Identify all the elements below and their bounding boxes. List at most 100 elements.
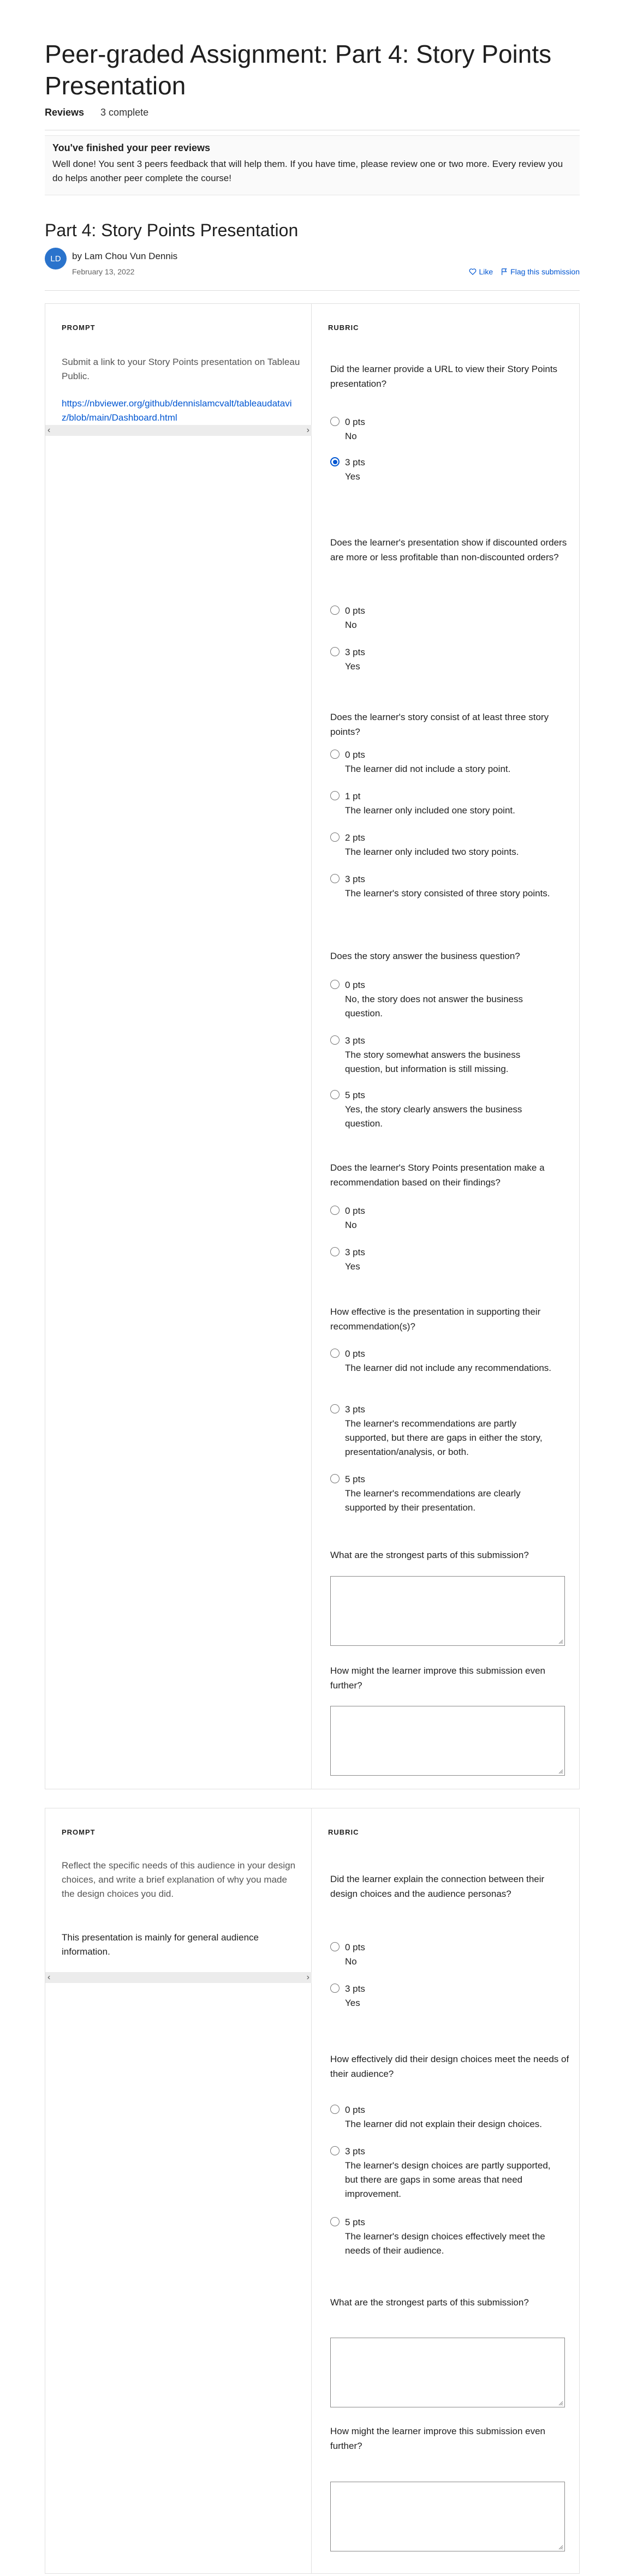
option-description: Yes, the story clearly answers the busin…: [345, 1104, 522, 1129]
option-points: 0 pts: [345, 750, 365, 760]
option-description: The learner's story consisted of three s…: [345, 888, 550, 898]
option-description: Yes: [345, 1998, 360, 2008]
scroll-right-icon[interactable]: ›: [307, 425, 309, 436]
option-description: The learner's recommendations are clearl…: [345, 1488, 521, 1513]
tab-reviews[interactable]: Reviews: [45, 107, 84, 118]
radio-button[interactable]: [330, 606, 340, 615]
rubric-question: Does the learner's story consist of at l…: [330, 712, 549, 737]
rubric-option[interactable]: 3 pts Yes: [330, 1982, 559, 2010]
improve-question: How might the learner improve this submi…: [330, 1666, 546, 1691]
rubric-option[interactable]: 0 pts No, the story does not answer the b…: [330, 978, 559, 1021]
option-points: 3 pts: [345, 2146, 365, 2156]
resize-grip-icon[interactable]: [558, 2400, 563, 2406]
option-description: Yes: [345, 471, 360, 482]
rubric-option[interactable]: 3 pts The learner's design choices are pa…: [330, 2144, 559, 2201]
option-points: 0 pts: [345, 1942, 365, 1952]
rubric-option[interactable]: 0 pts The learner did not explain their d…: [330, 2103, 559, 2131]
horizontal-scrollbar[interactable]: ‹ ›: [45, 1972, 312, 1983]
rubric-option[interactable]: 3 pts The learner's recommendations are p…: [330, 1403, 559, 1459]
radio-button[interactable]: [330, 2146, 340, 2155]
radio-button[interactable]: [330, 1984, 340, 1993]
rubric-option[interactable]: 0 pts No: [330, 415, 559, 444]
peer-review-page: Peer-graded Assignment: Part 4: Story Po…: [0, 0, 643, 2576]
option-points: 0 pts: [345, 2105, 365, 2115]
radio-button[interactable]: [330, 1404, 340, 1413]
rubric-option[interactable]: 3 pts The learner's story consisted of th…: [330, 872, 559, 901]
radio-button[interactable]: [330, 1090, 340, 1099]
rubric-option[interactable]: 0 pts No: [330, 604, 559, 632]
radio-button[interactable]: [330, 1349, 340, 1358]
rubric-column: RUBRIC Did the learner provide a URL to …: [312, 304, 579, 1789]
resize-grip-icon[interactable]: [558, 1769, 563, 1774]
rubric-option[interactable]: 0 pts No: [330, 1940, 559, 1969]
prompt-column: PROMPT Submit a link to your Story Point…: [45, 304, 312, 1789]
option-description: The learner did not include a story poin…: [345, 764, 511, 774]
radio-button[interactable]: [330, 980, 340, 989]
option-points: 0 pts: [345, 1349, 365, 1359]
radio-button[interactable]: [330, 2105, 340, 2114]
notice-text: Well done! You sent 3 peers feedback tha…: [52, 159, 563, 183]
radio-button[interactable]: [330, 1942, 340, 1951]
radio-button[interactable]: [330, 791, 340, 800]
option-description: The learner did not explain their design…: [345, 2119, 542, 2129]
rubric-option[interactable]: 0 pts The learner did not include a story…: [330, 748, 559, 776]
option-points: 0 pts: [345, 417, 365, 427]
radio-button[interactable]: [330, 417, 340, 426]
option-description: No: [345, 431, 357, 441]
resize-grip-icon[interactable]: [558, 1639, 563, 1644]
improve-textarea[interactable]: [330, 2482, 565, 2551]
rubric-question: Does the learner's presentation show if …: [330, 537, 567, 562]
option-points: 5 pts: [345, 2217, 365, 2227]
rubric-option[interactable]: 5 pts The learner's design choices effect…: [330, 2215, 559, 2258]
radio-button[interactable]: [330, 1035, 340, 1045]
rubric-option[interactable]: 5 pts The learner's recommendations are c…: [330, 1472, 559, 1515]
option-description: The learner's recommendations are partly…: [345, 1418, 543, 1457]
like-button[interactable]: Like: [469, 267, 493, 276]
radio-button[interactable]: [330, 1247, 340, 1256]
rubric-question: How effective is the presentation in sup…: [330, 1307, 541, 1332]
radio-button[interactable]: [330, 647, 340, 656]
option-points: 0 pts: [345, 606, 365, 616]
page-title: Peer-graded Assignment: Part 4: Story Po…: [45, 40, 552, 100]
submission-link[interactable]: https://nbviewer.org/github/dennislamcva…: [62, 397, 296, 425]
option-points: 3 pts: [345, 1247, 365, 1257]
rubric-option[interactable]: 0 pts The learner did not include any rec…: [330, 1347, 559, 1375]
option-description: The learner's design choices are partly …: [345, 2160, 551, 2199]
scroll-left-icon[interactable]: ‹: [47, 425, 50, 436]
rubric-option[interactable]: 2 pts The learner only included two story…: [330, 831, 559, 859]
rubric-option[interactable]: 0 pts No: [330, 1204, 559, 1232]
rubric-option[interactable]: 3 pts The story somewhat answers the busi…: [330, 1034, 559, 1076]
flag-icon: [502, 268, 507, 275]
option-description: The learner did not include any recommen…: [345, 1363, 551, 1373]
radio-button[interactable]: [330, 2217, 340, 2226]
horizontal-scrollbar[interactable]: ‹ ›: [45, 425, 312, 436]
flag-label: Flag this submission: [510, 267, 580, 276]
rubric-option[interactable]: 5 pts Yes, the story clearly answers the …: [330, 1088, 559, 1131]
scroll-right-icon[interactable]: ›: [307, 1972, 309, 1983]
rubric-option[interactable]: 3 pts Yes: [330, 645, 559, 674]
radio-button[interactable]: [330, 832, 340, 842]
scroll-left-icon[interactable]: ‹: [47, 1972, 50, 1983]
radio-button[interactable]: [330, 874, 340, 883]
rubric-option[interactable]: 3 pts Yes: [330, 1245, 559, 1274]
avatar: LD: [45, 248, 67, 269]
option-points: 2 pts: [345, 832, 365, 843]
radio-button[interactable]: [330, 1474, 340, 1483]
divider: [45, 290, 580, 291]
flag-submission-button[interactable]: Flag this submission: [501, 267, 580, 276]
rubric-option[interactable]: 1 pt The learner only included one story …: [330, 789, 559, 818]
rubric-option[interactable]: 3 pts Yes: [330, 456, 559, 484]
radio-button-selected[interactable]: [330, 457, 340, 466]
radio-button[interactable]: [330, 750, 340, 759]
rubric-heading: RUBRIC: [328, 324, 359, 332]
improve-textarea[interactable]: [330, 1706, 565, 1776]
option-description: The story somewhat answers the business …: [345, 1050, 521, 1074]
like-label: Like: [479, 267, 493, 276]
strongest-parts-textarea[interactable]: [330, 1576, 565, 1646]
option-description: The learner only included one story poin…: [345, 805, 515, 816]
prompt-heading: PROMPT: [62, 324, 96, 332]
strongest-parts-textarea[interactable]: [330, 2338, 565, 2407]
submission-actions: Like Flag this submission: [469, 267, 580, 276]
resize-grip-icon[interactable]: [558, 2544, 563, 2550]
radio-button[interactable]: [330, 1206, 340, 1215]
